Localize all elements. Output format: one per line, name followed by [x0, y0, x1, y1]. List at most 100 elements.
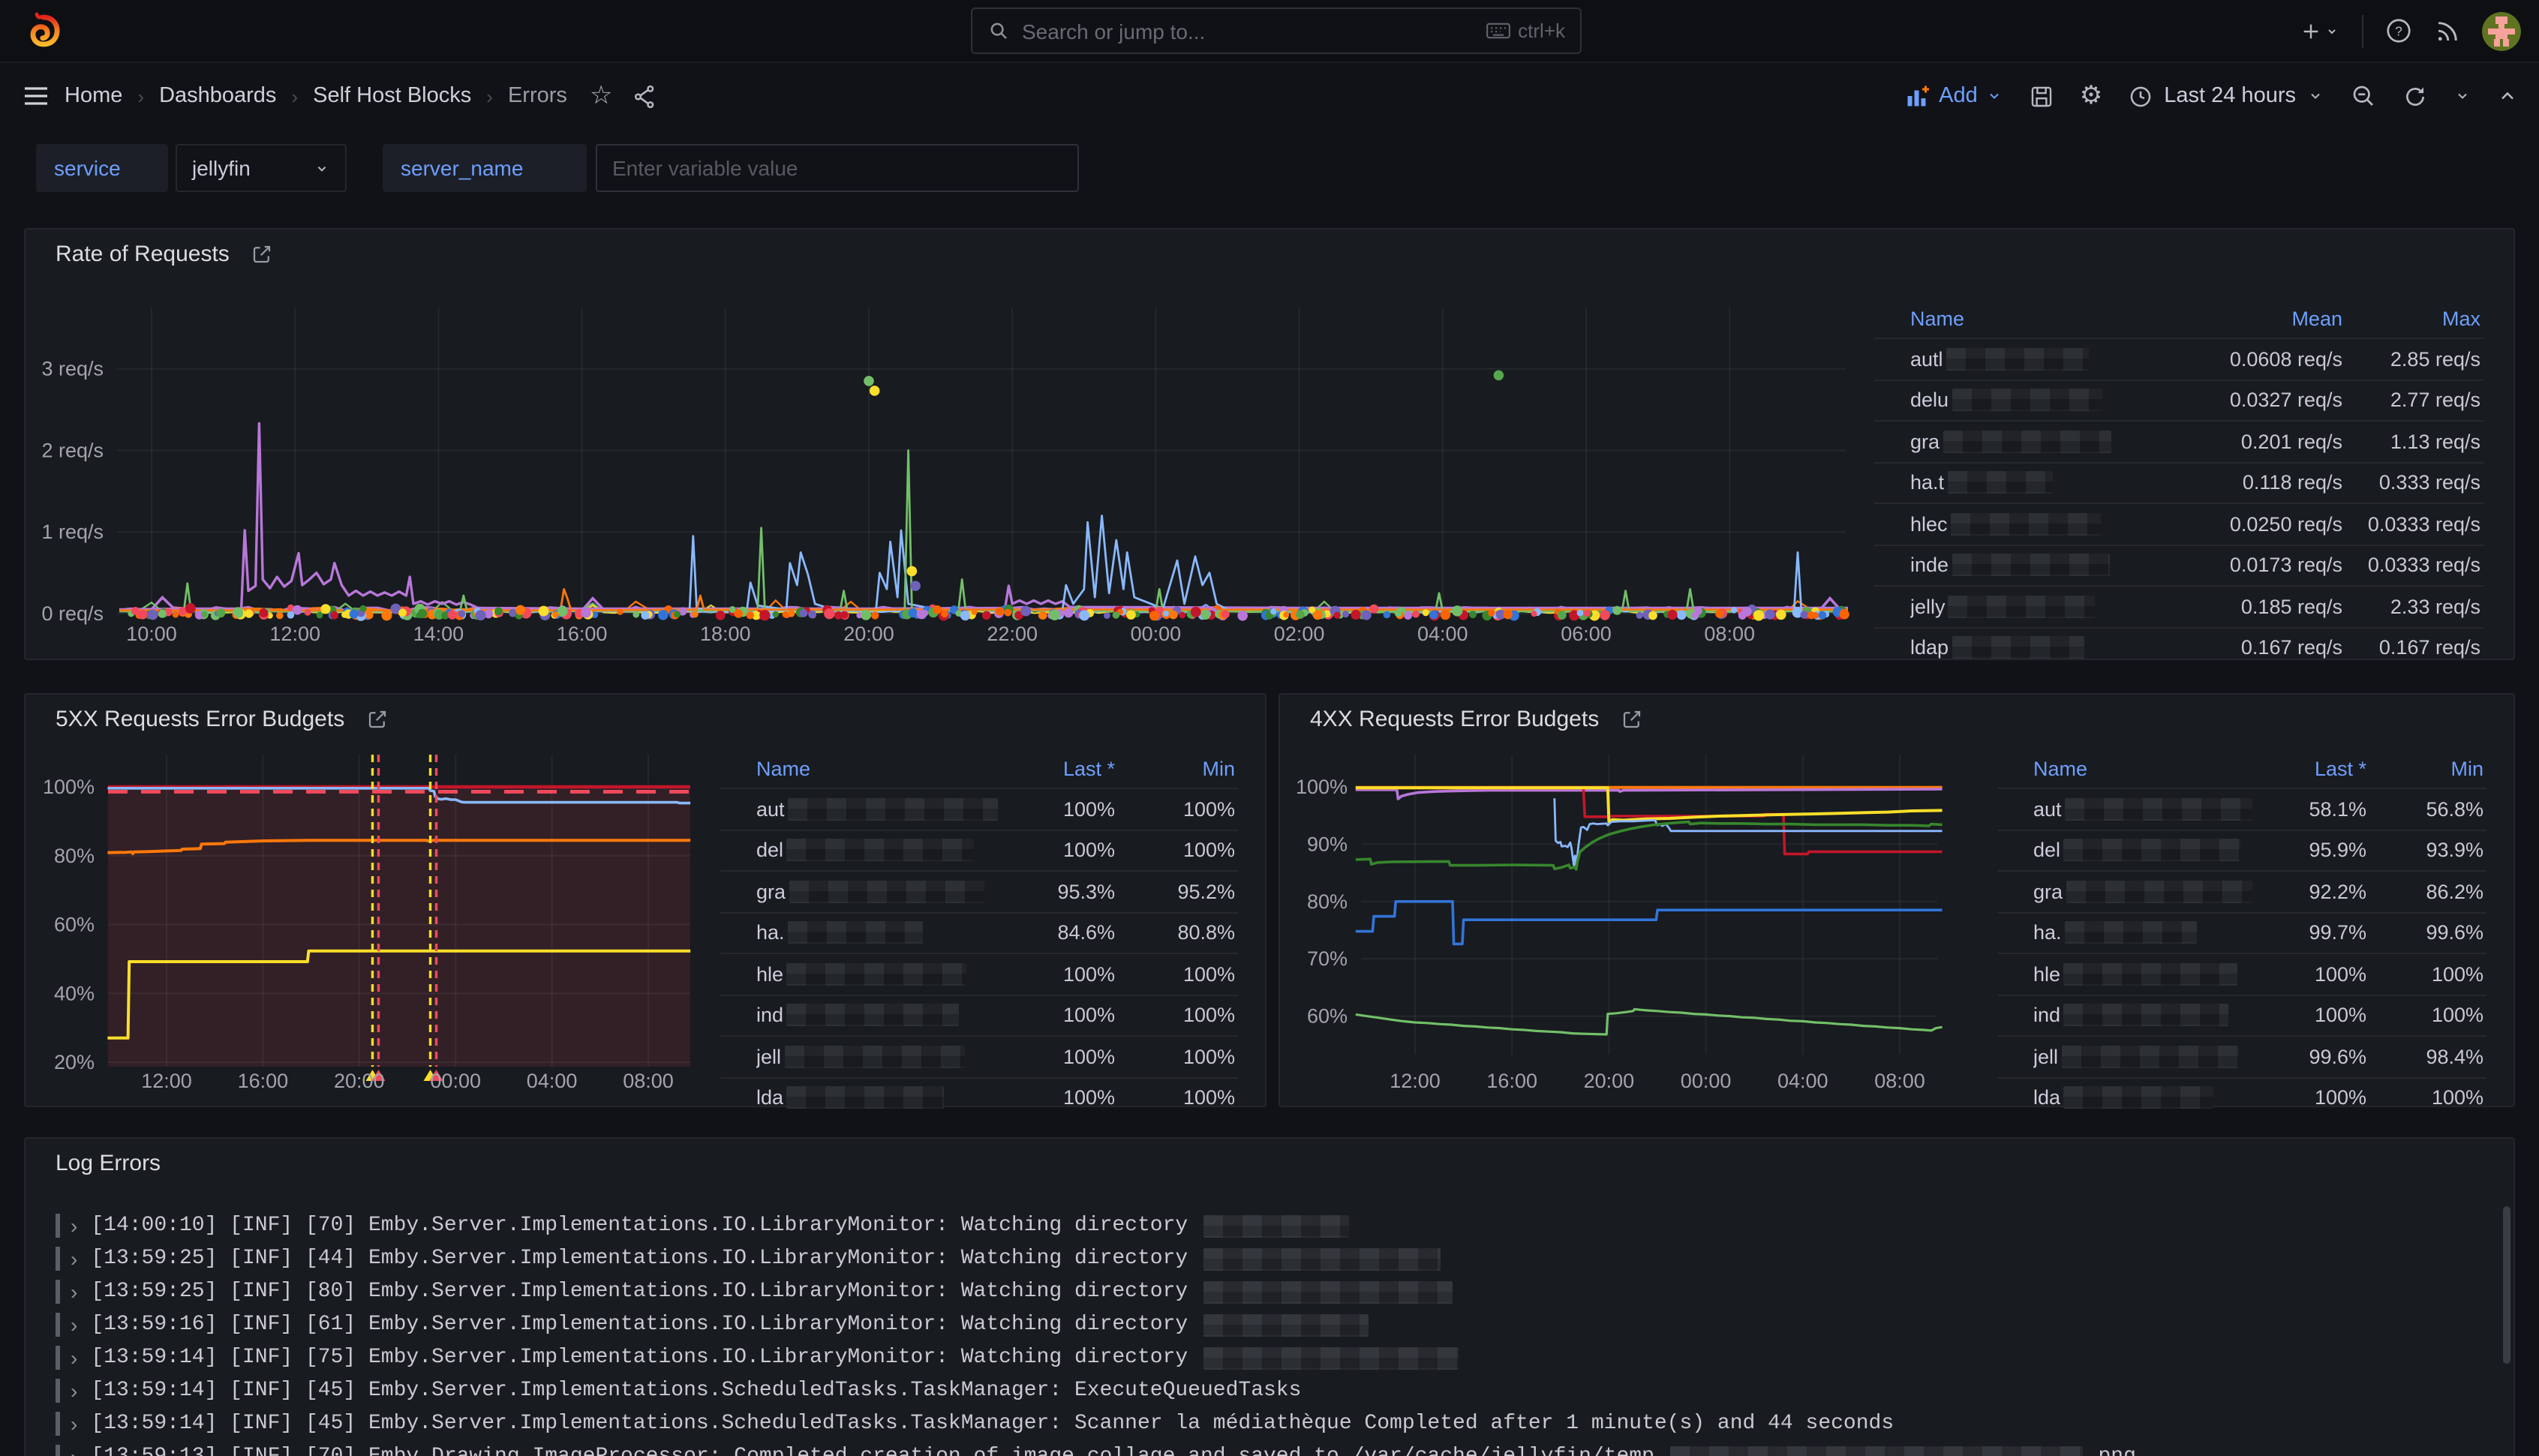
legend-row[interactable]: del100%100% — [720, 829, 1238, 870]
series-name[interactable]: ind — [756, 1004, 1001, 1027]
breadcrumb-dashboards[interactable]: Dashboards — [159, 84, 276, 108]
series-name[interactable]: ha. — [2033, 922, 2252, 944]
panel-title[interactable]: Rate of Requests — [56, 242, 273, 267]
log-scrollbar[interactable] — [2503, 1206, 2510, 1364]
series-name[interactable]: gra — [1910, 431, 2195, 453]
series-name[interactable]: aut — [2033, 798, 2252, 821]
series-name[interactable]: hlec — [1910, 513, 2195, 536]
legend-row[interactable]: hle100%100% — [1997, 953, 2486, 994]
series-name[interactable]: gra — [756, 881, 1001, 903]
series-name[interactable]: jelly — [1910, 596, 2195, 618]
legend-row[interactable]: delu0.0327 req/s2.77 req/s — [1874, 379, 2483, 420]
breadcrumb-folder[interactable]: Self Host Blocks — [313, 84, 471, 108]
expand-chevron-icon[interactable]: › — [71, 1313, 77, 1337]
expand-chevron-icon[interactable]: › — [71, 1379, 77, 1403]
legend-row[interactable]: autl0.0608 req/s2.85 req/s — [1874, 338, 2483, 379]
legend-row[interactable]: gra0.201 req/s1.13 req/s — [1874, 420, 2483, 461]
panel-title[interactable]: 5XX Requests Error Budgets — [56, 707, 388, 732]
log-line[interactable]: ›[13:59:25] [INF] [80] Emby.Server.Imple… — [56, 1278, 1456, 1305]
series-name[interactable]: autl — [1910, 348, 2195, 371]
user-avatar[interactable] — [2482, 11, 2521, 50]
expand-chevron-icon[interactable]: › — [71, 1412, 77, 1436]
series-name[interactable]: lda — [2033, 1087, 2252, 1109]
legend-row[interactable]: aut100%100% — [720, 788, 1238, 829]
news-rss-icon[interactable] — [2434, 17, 2461, 44]
log-line[interactable]: ›[13:59:16] [INF] [61] Emby.Server.Imple… — [56, 1311, 1372, 1338]
series-name[interactable]: ind — [2033, 1004, 2252, 1027]
legend-row[interactable]: inde0.0173 req/s0.0333 req/s — [1874, 544, 2483, 585]
refresh-interval-caret[interactable] — [2453, 87, 2471, 105]
legend-row[interactable]: ha.84.6%80.8% — [720, 911, 1238, 953]
series-name[interactable]: del — [756, 839, 1001, 862]
collapse-topbar-icon[interactable] — [2497, 86, 2518, 107]
series-name[interactable]: ldap — [1910, 637, 2195, 659]
log-line[interactable]: ›[13:59:14] [INF] [45] Emby.Server.Imple… — [56, 1377, 1301, 1404]
favorite-star-icon[interactable]: ☆ — [590, 81, 613, 111]
series-name[interactable]: jell — [2033, 1046, 2252, 1068]
series-name[interactable]: delu — [1910, 389, 2195, 412]
new-button[interactable] — [2299, 19, 2341, 43]
log-line[interactable]: ›[13:59:13] [INF] [70] Emby.Drawing.Imag… — [56, 1443, 2136, 1456]
legend-row[interactable]: lda100%100% — [1997, 1076, 2486, 1118]
legend-row[interactable]: hle100%100% — [720, 953, 1238, 994]
settings-gear-icon[interactable]: ⚙ — [2080, 81, 2103, 111]
expand-chevron-icon[interactable]: › — [71, 1280, 77, 1304]
series-name[interactable]: ha.t — [1910, 472, 2195, 494]
variable-server-name-input[interactable] — [596, 144, 1079, 192]
series-name[interactable]: del — [2033, 839, 2252, 862]
legend-row[interactable]: jell99.6%98.4% — [1997, 1035, 2486, 1076]
panel-title[interactable]: 4XX Requests Error Budgets — [1310, 707, 1642, 732]
panel-title[interactable]: Log Errors — [56, 1151, 161, 1176]
legend-row[interactable]: jell100%100% — [720, 1035, 1238, 1076]
time-range-picker[interactable]: Last 24 hours — [2128, 83, 2324, 109]
legend-row[interactable]: lda100%100% — [720, 1076, 1238, 1118]
expand-chevron-icon[interactable]: › — [71, 1214, 77, 1238]
help-icon[interactable]: ? — [2384, 17, 2413, 45]
refresh-icon[interactable] — [2402, 83, 2428, 109]
svg-text:10:00: 10:00 — [126, 623, 177, 645]
legend-row[interactable]: hlec0.0250 req/s0.0333 req/s — [1874, 503, 2483, 544]
save-dashboard-icon[interactable] — [2029, 83, 2054, 109]
series-name[interactable]: hle — [2033, 963, 2252, 986]
expand-chevron-icon[interactable]: › — [71, 1445, 77, 1456]
zoom-out-icon[interactable] — [2350, 83, 2377, 110]
series-name[interactable]: aut — [756, 798, 1001, 821]
series-name[interactable]: jell — [756, 1046, 1001, 1068]
series-name[interactable]: inde — [1910, 554, 2195, 577]
log-line[interactable]: ›[14:00:10] [INF] [70] Emby.Server.Imple… — [56, 1212, 1352, 1239]
legend-row[interactable]: jelly0.185 req/s2.33 req/s — [1874, 585, 2483, 626]
legend-row[interactable]: gra95.3%95.2% — [720, 870, 1238, 911]
menu-hamburger-icon[interactable] — [21, 81, 51, 111]
external-link-icon[interactable] — [365, 708, 388, 731]
log-line[interactable]: ›[13:59:14] [INF] [75] Emby.Server.Imple… — [56, 1344, 1462, 1371]
legend-row[interactable]: ind100%100% — [1997, 994, 2486, 1035]
legend-row[interactable]: ha.t0.118 req/s0.333 req/s — [1874, 461, 2483, 503]
external-link-icon[interactable] — [251, 243, 273, 266]
redacted-text — [786, 839, 974, 862]
legend-row[interactable]: ha.99.7%99.6% — [1997, 911, 2486, 953]
series-name[interactable]: hle — [756, 963, 1001, 986]
series-name[interactable]: ha. — [756, 922, 1001, 944]
series-name[interactable]: gra — [2033, 881, 2252, 903]
search-input[interactable]: Search or jump to... ctrl+k — [971, 8, 1582, 54]
log-line[interactable]: ›[13:59:25] [INF] [44] Emby.Server.Imple… — [56, 1245, 1444, 1272]
grafana-logo[interactable] — [24, 11, 63, 51]
panel-5xx-error-budgets: 5XX Requests Error Budgets 12:0016:0020:… — [24, 693, 1266, 1107]
breadcrumb-home[interactable]: Home — [65, 84, 122, 108]
series-name[interactable]: lda — [756, 1087, 1001, 1109]
legend-row[interactable]: ldap0.167 req/s0.167 req/s — [1874, 626, 2483, 668]
legend-row[interactable]: del95.9%93.9% — [1997, 829, 2486, 870]
legend-row[interactable]: ind100%100% — [720, 994, 1238, 1035]
legend-value: 0.167 req/s — [2195, 637, 2345, 659]
share-icon[interactable] — [632, 83, 657, 109]
legend-row[interactable]: aut58.1%56.8% — [1997, 788, 2486, 829]
log-line[interactable]: ›[13:59:14] [INF] [45] Emby.Server.Imple… — [56, 1410, 1894, 1437]
legend-row[interactable]: gra92.2%86.2% — [1997, 870, 2486, 911]
external-link-icon[interactable] — [1620, 708, 1642, 731]
expand-chevron-icon[interactable]: › — [71, 1247, 77, 1271]
svg-text:12:00: 12:00 — [269, 623, 320, 645]
variable-service-value[interactable]: jellyfin — [176, 144, 347, 192]
add-panel-button[interactable]: Add — [1904, 83, 2003, 110]
expand-chevron-icon[interactable]: › — [71, 1346, 77, 1370]
redacted-text — [1949, 596, 2096, 618]
